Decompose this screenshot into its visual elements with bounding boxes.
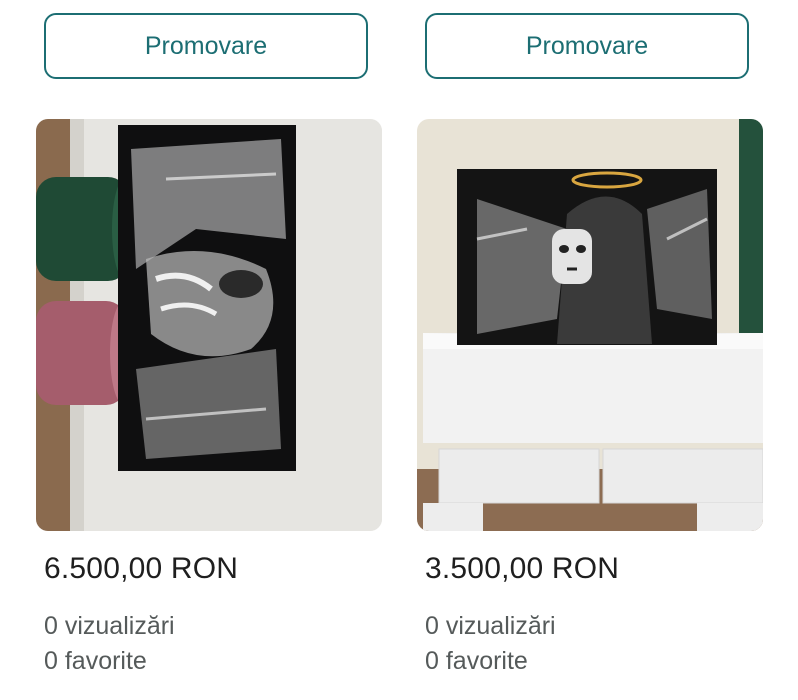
painting-photo-masked-angel: [417, 119, 763, 531]
listing-price: 3.500,00 RON: [425, 552, 620, 585]
favorites-count: 0 favorite: [425, 647, 528, 675]
views-count: 0 vizualizări: [425, 612, 556, 640]
painting-photo-angel-rotated: [36, 119, 382, 531]
views-count: 0 vizualizări: [44, 612, 175, 640]
listing-photo[interactable]: [417, 119, 763, 531]
favorites-count: 0 favorite: [44, 647, 147, 675]
listing-price: 6.500,00 RON: [44, 552, 239, 585]
promote-button[interactable]: Promovare: [425, 13, 749, 79]
listing-photo[interactable]: [36, 119, 382, 531]
listing-card[interactable]: Promovare 6.500,00 RON 0 vizualizări 0 f…: [36, 0, 382, 700]
listing-card[interactable]: Promovare 3.500,00 RON 0 vizualizări 0 f…: [417, 0, 763, 700]
promote-button[interactable]: Promovare: [44, 13, 368, 79]
